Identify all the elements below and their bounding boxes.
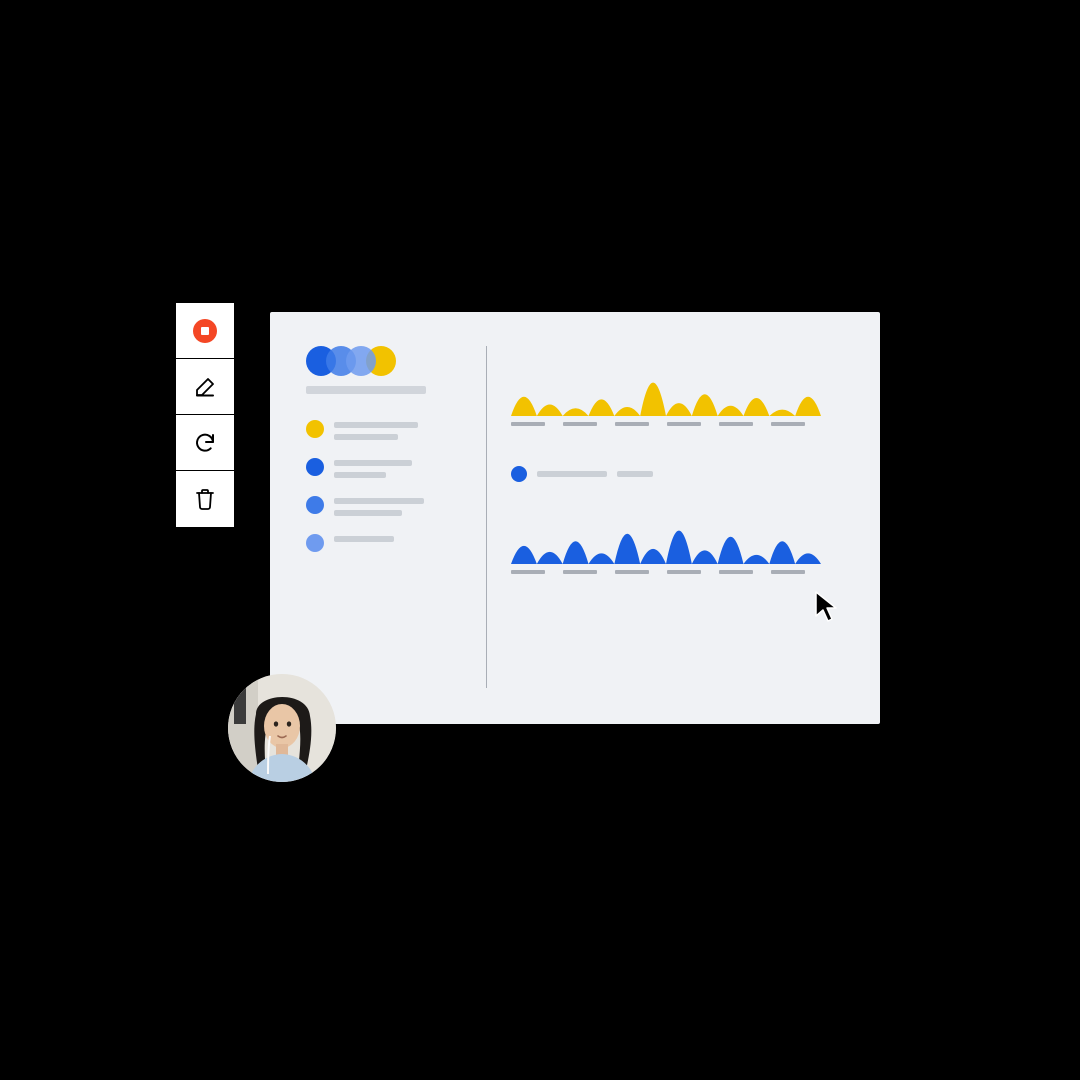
text-placeholder xyxy=(334,460,412,466)
axis-tick xyxy=(615,422,649,426)
presenter-webcam[interactable] xyxy=(228,674,336,782)
redo-icon xyxy=(193,431,217,455)
text-placeholder xyxy=(334,472,386,478)
text-placeholder xyxy=(334,422,418,428)
list-item xyxy=(306,420,472,440)
axis-tick xyxy=(615,570,649,574)
logo-circle xyxy=(346,346,376,376)
recording-toolbar xyxy=(175,302,235,528)
dashboard-sidebar xyxy=(306,346,486,696)
text-placeholder xyxy=(537,471,607,477)
pencil-icon xyxy=(193,375,217,399)
stop-record-icon xyxy=(192,318,218,344)
axis-tick xyxy=(667,570,701,574)
axis-tick xyxy=(771,570,805,574)
title-placeholder xyxy=(306,386,426,394)
axis-tick xyxy=(719,422,753,426)
text-placeholder xyxy=(334,498,424,504)
text-placeholder xyxy=(617,471,653,477)
text-placeholder xyxy=(334,510,402,516)
list-dot xyxy=(306,496,324,514)
cursor-icon xyxy=(814,590,842,629)
axis-tick xyxy=(563,570,597,574)
redo-button[interactable] xyxy=(176,415,234,471)
axis-tick xyxy=(667,422,701,426)
text-placeholder xyxy=(334,536,394,542)
axis-tick xyxy=(563,422,597,426)
axis-tick xyxy=(771,422,805,426)
list-item xyxy=(306,496,472,516)
list-item xyxy=(306,534,472,552)
chart-top xyxy=(511,346,844,426)
delete-button[interactable] xyxy=(176,471,234,527)
stop-record-button[interactable] xyxy=(176,303,234,359)
axis-tick xyxy=(511,570,545,574)
legend-dot xyxy=(511,466,527,482)
axis-tick xyxy=(511,422,545,426)
chart-legend xyxy=(511,466,844,482)
list-dot xyxy=(306,420,324,438)
annotate-button[interactable] xyxy=(176,359,234,415)
chart-bottom xyxy=(511,466,844,574)
list-item xyxy=(306,458,472,478)
vertical-divider xyxy=(486,346,487,688)
list-dot xyxy=(306,458,324,476)
list-dot xyxy=(306,534,324,552)
dashboard-charts xyxy=(511,346,844,696)
text-placeholder xyxy=(334,434,398,440)
shared-screen-canvas xyxy=(270,312,880,724)
brand-circles xyxy=(306,346,472,376)
metric-list xyxy=(306,420,472,552)
trash-icon xyxy=(194,487,216,511)
axis-tick xyxy=(719,570,753,574)
